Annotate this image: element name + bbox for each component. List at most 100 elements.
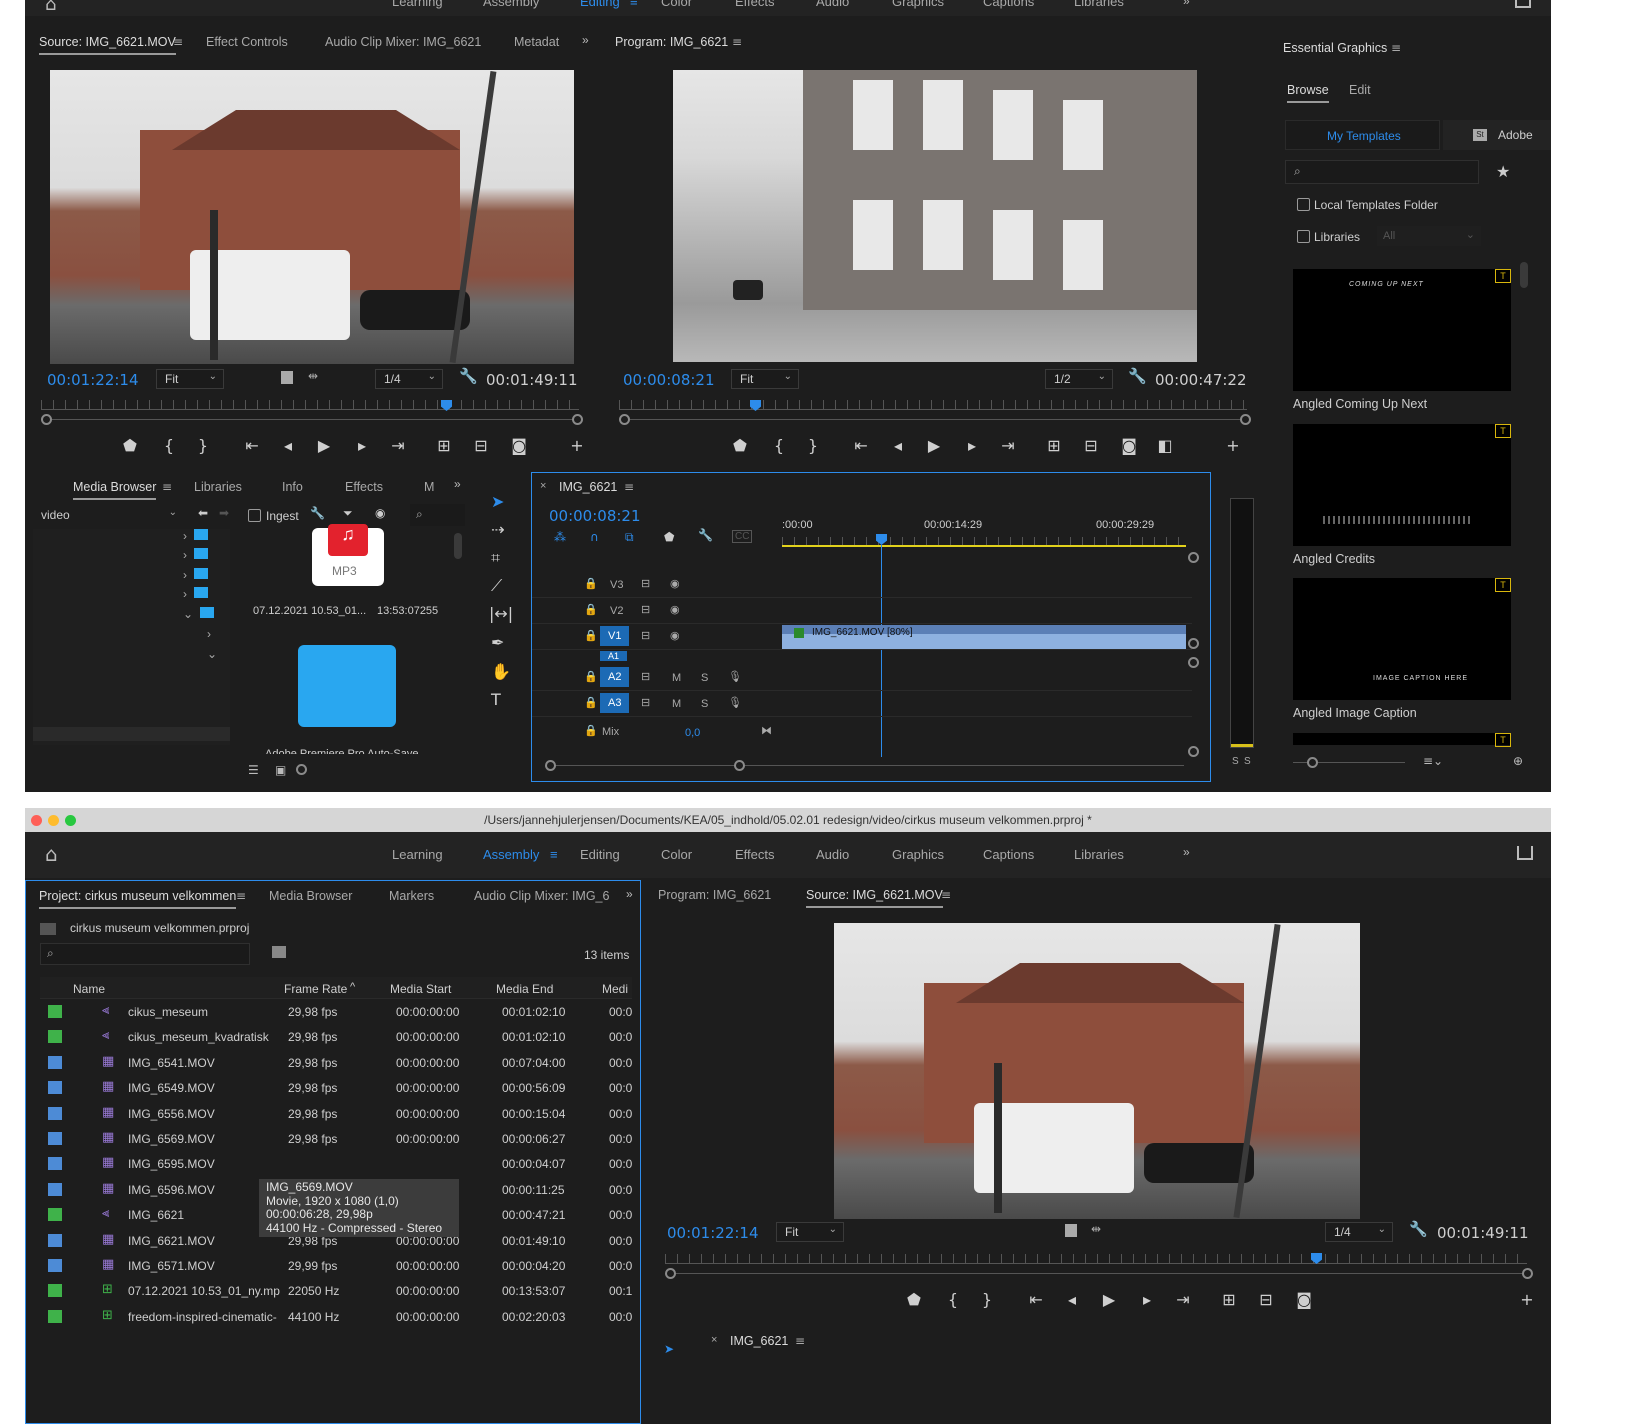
close-icon[interactable]: × (540, 480, 546, 492)
go-to-out-icon[interactable]: ⇥ (1172, 1290, 1194, 1309)
add-marker-icon[interactable]: ⬟ (664, 530, 674, 544)
tree-item[interactable]: › (183, 529, 208, 543)
tab-media-browser[interactable]: Media Browser (73, 480, 157, 500)
go-to-in-icon[interactable]: ⇤ (1025, 1290, 1047, 1309)
camera-icon[interactable]: ◙ (1293, 1290, 1315, 1309)
source-timecode[interactable]: 00:01:22:14 (667, 1224, 759, 1242)
eye-icon[interactable]: ◉ (670, 629, 680, 642)
more-tabs-icon[interactable]: » (454, 477, 461, 491)
selection-tool-icon[interactable]: ➤ (491, 492, 504, 511)
selection-tool-icon[interactable]: ➤ (664, 1342, 674, 1356)
color-label[interactable] (48, 1233, 62, 1247)
template-scrollbar[interactable] (1520, 262, 1528, 288)
workspace-tab-editing[interactable]: Editing (580, 0, 620, 9)
folder-tree[interactable]: › › › › ⌄ › ⌄ (33, 529, 230, 745)
wrench-icon[interactable]: 🔧 (698, 528, 713, 542)
settings-icon[interactable]: ⇹ (1091, 1222, 1101, 1236)
mute-button[interactable]: M (672, 672, 681, 684)
table-row[interactable]: ⫷ cikus_meseum 29,98 fps 00:00:00:00 00:01:0… (40, 999, 632, 1024)
new-bin-from-search-icon[interactable] (272, 946, 286, 958)
table-row[interactable]: ⊞ 07.12.2021 10.53_01_ny.mp 22050 Hz 00:00:… (40, 1278, 632, 1303)
menu-icon[interactable]: ≡ (624, 480, 634, 494)
eye-icon[interactable]: ◉ (670, 603, 680, 616)
captions-icon[interactable]: CC (732, 530, 753, 543)
color-label[interactable] (48, 1005, 62, 1018)
color-label[interactable] (48, 1055, 62, 1069)
insert-icon[interactable]: ⊞ (1218, 1290, 1240, 1309)
camera-icon[interactable]: ◙ (508, 436, 530, 455)
track-label[interactable]: V2 (610, 605, 623, 617)
tree-scrollbar[interactable] (33, 727, 230, 741)
star-icon[interactable]: ★ (1496, 162, 1510, 181)
tree-item[interactable]: › (183, 548, 208, 562)
tab-more[interactable]: M (424, 480, 434, 494)
adobe-stock-tab[interactable]: St Adobe (1443, 120, 1551, 150)
zoom-handle-left[interactable] (545, 760, 556, 771)
zoom-handle-right[interactable] (1240, 414, 1251, 425)
tab-source[interactable]: Source: IMG_6621.MOV (39, 35, 176, 55)
tree-item[interactable]: ⌄ (207, 647, 217, 661)
program-resolution-select[interactable]: 1/2 ⌄ (1045, 369, 1113, 389)
program-zoom-bar[interactable] (625, 419, 1245, 420)
workspace-menu-icon[interactable]: ≡ (630, 0, 638, 9)
vertical-zoom-handle[interactable] (1188, 746, 1199, 757)
more-workspaces-icon[interactable]: » (1183, 845, 1190, 859)
step-back-icon[interactable]: ◂ (1061, 1290, 1083, 1309)
forward-arrow-icon[interactable]: ➡ (219, 506, 229, 520)
color-label[interactable] (48, 1284, 62, 1298)
share-icon[interactable] (1517, 846, 1533, 860)
mark-in-icon[interactable]: { (768, 436, 790, 455)
vertical-zoom-handle[interactable] (1188, 552, 1199, 563)
source-zoom-bar[interactable] (671, 1273, 1525, 1274)
lock-icon[interactable]: 🔒 (584, 724, 598, 737)
tab-browse[interactable]: Browse (1287, 83, 1329, 103)
more-tabs-icon[interactable]: » (626, 887, 633, 901)
workspace-tab-learning[interactable]: Learning (392, 847, 443, 862)
marker-icon[interactable]: ⬟ (729, 436, 751, 455)
mark-out-icon[interactable]: } (192, 436, 214, 455)
home-icon[interactable]: ⌂ (45, 842, 58, 866)
ripple-edit-icon[interactable]: ⌗ (491, 548, 500, 568)
workspace-tab-color[interactable]: Color (661, 0, 692, 9)
folder-icon[interactable] (298, 645, 396, 727)
tab-audio-clip-mixer[interactable]: Audio Clip Mixer: IMG_6621 (325, 35, 481, 49)
source-resolution-select[interactable]: 1/4 ⌄ (1325, 1222, 1393, 1242)
program-ruler[interactable] (619, 400, 1247, 410)
mix-value[interactable]: 0,0 (685, 727, 700, 739)
table-row[interactable]: ▦ IMG_6595.MOV 00:00:04:07 00:0 (40, 1151, 632, 1176)
go-to-end-icon[interactable]: ⧓ (761, 724, 772, 737)
workspace-tab-color[interactable]: Color (661, 847, 692, 862)
template-thumb-coming-up-next[interactable]: T COMING UP NEXT (1293, 269, 1511, 391)
track-label[interactable]: A2 (600, 667, 630, 687)
marker-icon[interactable]: ⬟ (903, 1290, 925, 1309)
folder-select[interactable]: video ⌄ (33, 506, 183, 526)
sync-lock-icon[interactable]: ⊟ (641, 603, 650, 616)
workspace-tab-graphics[interactable]: Graphics (892, 847, 944, 862)
settings-icon[interactable]: ⇹ (308, 369, 318, 383)
tree-item[interactable]: › (183, 568, 208, 582)
workspace-tab-graphics[interactable]: Graphics (892, 0, 944, 9)
step-forward-icon[interactable]: ▸ (1136, 1290, 1158, 1309)
solo-button[interactable]: S (701, 698, 708, 710)
step-back-icon[interactable]: ◂ (277, 436, 299, 455)
tab-effects[interactable]: Effects (345, 480, 383, 494)
insert-icon[interactable]: ⊞ (433, 436, 455, 455)
icon-view-icon[interactable]: ▣ (275, 763, 286, 777)
mark-out-icon[interactable]: } (976, 1290, 998, 1309)
lock-icon[interactable]: 🔒 (584, 577, 598, 590)
marker-icon[interactable]: ⬟ (119, 436, 141, 455)
track-label[interactable]: V3 (610, 579, 623, 591)
razor-icon[interactable]: ⟋ (491, 576, 502, 596)
horizontal-zoom-bar[interactable] (552, 765, 1184, 766)
menu-icon[interactable]: ≡ (173, 35, 183, 49)
tab-markers[interactable]: Markers (389, 889, 434, 903)
sync-lock-icon[interactable]: ⊟ (641, 577, 650, 590)
mute-button[interactable]: M (672, 698, 681, 710)
workspace-tab-captions[interactable]: Captions (983, 847, 1034, 862)
workspace-tab-effects[interactable]: Effects (735, 847, 775, 862)
zoom-handle-right[interactable] (1522, 1268, 1533, 1279)
vertical-scrollbar[interactable] (454, 533, 462, 559)
list-view-icon[interactable]: ☰ (248, 763, 259, 777)
nest-icon[interactable]: ⁂ (554, 530, 566, 544)
workspace-tab-captions[interactable]: Captions (983, 0, 1034, 9)
